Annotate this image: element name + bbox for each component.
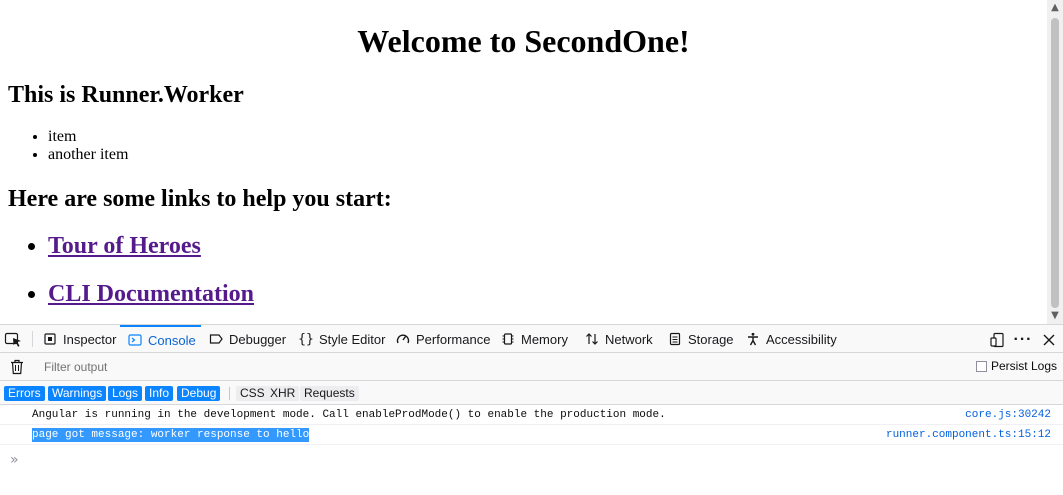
tab-label: Inspector <box>63 331 117 347</box>
console-message[interactable]: page got message: worker response to hel… <box>0 425 1063 445</box>
page-scrollbar[interactable]: ▲ ▼ <box>1047 0 1063 324</box>
tab-console[interactable]: Console <box>120 325 201 353</box>
persist-logs-label: Persist Logs <box>990 359 1057 373</box>
link-item: Tour of Heroes <box>48 230 254 262</box>
style-editor-icon: {} <box>298 331 314 347</box>
responsive-design-icon[interactable] <box>988 331 1006 349</box>
tab-label: Console <box>148 332 196 348</box>
tab-inspector[interactable]: Inspector <box>42 325 116 353</box>
console-message[interactable]: Angular is running in the development mo… <box>0 405 1063 425</box>
links-heading: Here are some links to help you start: <box>8 186 392 212</box>
memory-icon <box>500 331 516 347</box>
prompt-chevron-icon: » <box>10 452 19 468</box>
filter-requests-button[interactable]: Requests <box>300 386 359 401</box>
filter-bar: Persist Logs <box>0 353 1063 381</box>
page-content: Welcome to SecondOne! This is Runner.Wor… <box>0 0 1047 324</box>
scroll-up-icon[interactable]: ▲ <box>1047 0 1063 16</box>
scroll-down-icon[interactable]: ▼ <box>1047 308 1063 324</box>
tab-label: Style Editor <box>319 331 386 347</box>
tab-network[interactable]: Network <box>584 325 653 353</box>
tab-label: Accessibility <box>766 331 837 347</box>
accessibility-icon <box>745 331 761 347</box>
filter-logs-button[interactable]: Logs <box>108 386 143 401</box>
tab-label: Memory <box>521 331 568 347</box>
network-icon <box>584 331 600 347</box>
console-icon <box>127 332 143 348</box>
persist-logs-checkbox[interactable]: Persist Logs <box>975 359 1057 373</box>
filter-warnings-button[interactable]: Warnings <box>48 386 107 401</box>
element-picker-icon[interactable] <box>4 331 26 349</box>
tab-memory[interactable]: Memory <box>500 325 568 353</box>
tab-style-editor[interactable]: {} Style Editor <box>298 325 385 353</box>
devtools-panel: Inspector Console Debugger {} Style Edit… <box>0 324 1063 495</box>
console-input[interactable]: » <box>0 446 1063 476</box>
tab-label: Storage <box>688 331 734 347</box>
scrollbar-thumb[interactable] <box>1051 18 1059 308</box>
list-item: item <box>48 128 128 146</box>
tab-performance[interactable]: Performance <box>395 325 490 353</box>
link-item: CLI Documentation <box>48 278 254 310</box>
tab-debugger[interactable]: Debugger <box>208 325 286 353</box>
more-options-icon[interactable]: ··· <box>1014 331 1032 349</box>
log-level-bar: Errors Warnings Logs Info Debug CSS XHR … <box>0 381 1063 405</box>
tab-label: Network <box>605 331 653 347</box>
message-source-link[interactable]: core.js:30242 <box>965 405 1051 425</box>
filter-output-input[interactable] <box>36 357 752 377</box>
trash-icon[interactable] <box>10 359 24 375</box>
list-item: another item <box>48 146 128 164</box>
subheading: This is Runner.Worker <box>8 82 244 108</box>
level-separator <box>229 387 230 400</box>
message-source-link[interactable]: runner.component.ts:15:12 <box>886 425 1051 445</box>
tab-label: Debugger <box>229 331 287 347</box>
toolbar-separator <box>32 331 33 347</box>
debugger-icon <box>208 331 224 347</box>
console-output: Angular is running in the development mo… <box>0 405 1063 495</box>
inspector-icon <box>42 331 58 347</box>
storage-icon <box>667 331 683 347</box>
filter-css-button[interactable]: CSS <box>236 386 269 401</box>
filter-info-button[interactable]: Info <box>145 386 174 401</box>
devtools-toolbar: Inspector Console Debugger {} Style Edit… <box>0 324 1063 353</box>
performance-icon <box>395 331 411 347</box>
message-text: Angular is running in the development mo… <box>32 409 666 421</box>
tab-label: Performance <box>416 331 491 347</box>
close-icon[interactable] <box>1040 331 1058 349</box>
filter-debug-button[interactable]: Debug <box>177 386 221 401</box>
filter-xhr-button[interactable]: XHR <box>266 386 300 401</box>
filter-errors-button[interactable]: Errors <box>4 386 45 401</box>
page-title: Welcome to SecondOne! <box>357 23 690 59</box>
tour-of-heroes-link[interactable]: Tour of Heroes <box>48 233 201 259</box>
item-list: item another item <box>32 128 128 164</box>
cli-documentation-link[interactable]: CLI Documentation <box>48 281 254 307</box>
message-text: page got message: worker response to hel… <box>32 428 310 442</box>
checkbox-box[interactable] <box>975 360 987 372</box>
links-list: Tour of Heroes CLI Documentation <box>32 230 254 324</box>
tab-storage[interactable]: Storage <box>667 325 734 353</box>
tab-accessibility[interactable]: Accessibility <box>745 325 837 353</box>
